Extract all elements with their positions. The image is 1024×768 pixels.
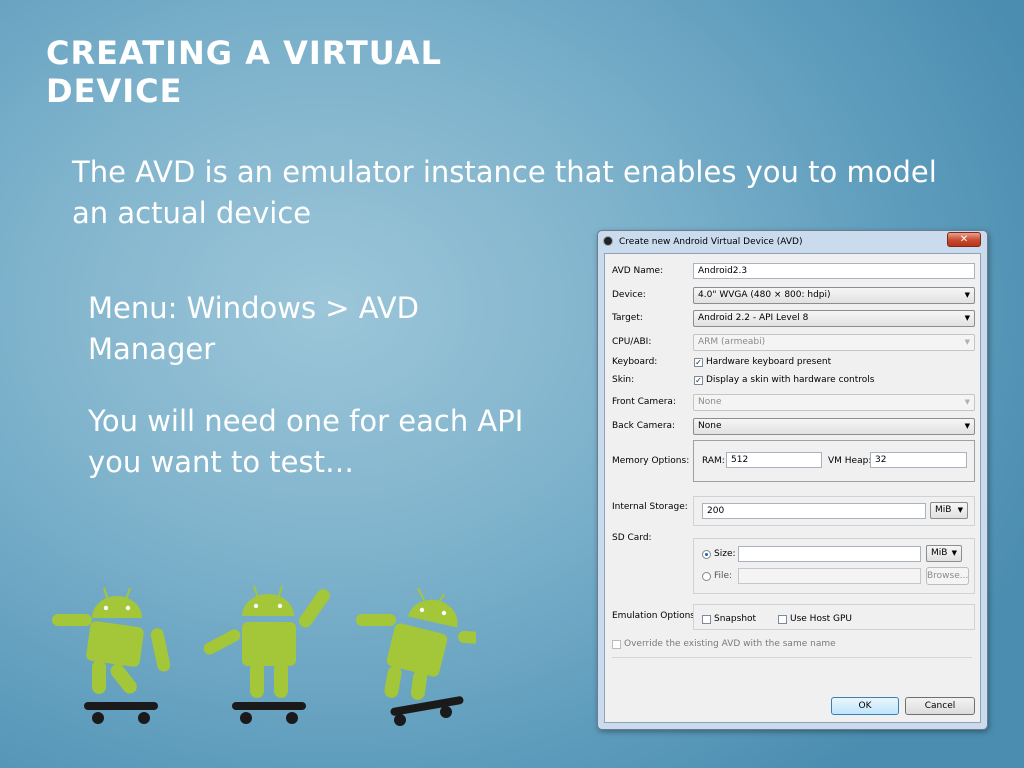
skateboard-icon [390, 696, 464, 726]
front-camera-value: None [698, 397, 722, 407]
device-select[interactable]: 4.0" WVGA (480 × 800: hdpi) ▼ [693, 287, 975, 304]
avd-name-label: AVD Name: [612, 266, 664, 276]
keyboard-checkbox-label: Hardware keyboard present [706, 357, 832, 367]
skateboard-icon [84, 702, 158, 724]
emulation-options-label: Emulation Options: [612, 611, 699, 621]
device-value: 4.0" WVGA (480 × 800: hdpi) [698, 290, 831, 300]
internal-storage-group: 200 MiB ▼ [693, 496, 975, 526]
target-value: Android 2.2 - API Level 8 [698, 313, 809, 323]
intro-text: The AVD is an emulator instance that ena… [72, 155, 937, 230]
snapshot-checkbox-label: Snapshot [714, 614, 757, 624]
cpu-abi-label: CPU/ABI: [612, 337, 652, 347]
dialog-separator [612, 657, 972, 658]
sd-size-unit-select[interactable]: MiB ▼ [926, 545, 962, 562]
eclipse-app-icon [603, 236, 613, 246]
back-camera-value: None [698, 421, 722, 431]
snapshot-checkbox[interactable] [702, 615, 711, 624]
android-robot-icon [52, 587, 171, 694]
sd-file-radio[interactable] [702, 572, 711, 581]
ram-input[interactable]: 512 [726, 452, 822, 468]
override-checkbox-label: Override the existing AVD with the same … [624, 639, 836, 649]
close-button[interactable]: ✕ [947, 232, 981, 247]
skateboard-icon [232, 702, 306, 724]
chevron-down-icon: ▼ [964, 338, 970, 346]
sd-card-label: SD Card: [612, 533, 652, 543]
target-select[interactable]: Android 2.2 - API Level 8 ▼ [693, 310, 975, 327]
sd-size-unit-value: MiB [931, 548, 948, 558]
sd-file-label: File: [714, 571, 733, 581]
override-checkbox[interactable] [612, 640, 621, 649]
sd-size-label: Size: [714, 549, 736, 559]
internal-storage-unit-select[interactable]: MiB ▼ [930, 502, 968, 519]
vm-heap-label: VM Heap: [828, 456, 872, 466]
sd-size-radio[interactable] [702, 550, 711, 559]
host-gpu-checkbox-label: Use Host GPU [790, 614, 853, 624]
dialog-body: AVD Name: Android2.3 Device: 4.0" WVGA (… [604, 253, 981, 723]
emulation-options-group: Snapshot Use Host GPU [693, 604, 975, 630]
chevron-down-icon: ▼ [964, 422, 970, 430]
skin-label: Skin: [612, 375, 635, 385]
vm-heap-input[interactable]: 32 [870, 452, 967, 468]
chevron-down-icon: ▼ [957, 506, 963, 514]
host-gpu-checkbox[interactable] [778, 615, 787, 624]
internal-storage-label: Internal Storage: [612, 502, 688, 512]
front-camera-select[interactable]: None ▼ [693, 394, 975, 411]
android-robot-icon [203, 585, 330, 698]
cancel-button[interactable]: Cancel [905, 697, 975, 715]
chevron-down-icon: ▼ [964, 314, 970, 322]
internal-storage-unit-value: MiB [935, 505, 952, 515]
skin-checkbox[interactable]: ✓ [694, 376, 703, 385]
cpu-abi-value: ARM (armeabi) [698, 337, 766, 347]
chevron-down-icon: ▼ [964, 291, 970, 299]
keyboard-checkbox[interactable]: ✓ [694, 358, 703, 367]
chevron-down-icon: ▼ [964, 398, 970, 406]
back-camera-label: Back Camera: [612, 421, 676, 431]
sd-card-group: Size: MiB ▼ File: Browse... [693, 538, 975, 594]
android-skaters-illustration [52, 585, 476, 726]
menu-path-text: Menu: Windows > AVD Manager [88, 291, 419, 366]
avd-name-input[interactable]: Android2.3 [693, 263, 975, 279]
dialog-titlebar[interactable]: Create new Android Virtual Device (AVD) … [598, 231, 987, 253]
slide-title: CREATING A VIRTUAL DEVICE [46, 34, 442, 110]
skin-checkbox-label: Display a skin with hardware controls [706, 375, 875, 385]
back-camera-select[interactable]: None ▼ [693, 418, 975, 435]
sd-file-input[interactable] [738, 568, 921, 584]
create-avd-dialog: Create new Android Virtual Device (AVD) … [597, 230, 988, 730]
android-robot-icon [356, 587, 476, 700]
internal-storage-input[interactable]: 200 [702, 503, 926, 519]
chevron-down-icon: ▼ [951, 549, 957, 557]
browse-button[interactable]: Browse... [926, 567, 969, 585]
sd-size-input[interactable] [738, 546, 921, 562]
ram-label: RAM: [702, 456, 725, 466]
target-label: Target: [612, 313, 643, 323]
cpu-abi-select[interactable]: ARM (armeabi) ▼ [693, 334, 975, 351]
one-per-api-text: You will need one for each API you want … [88, 404, 524, 479]
memory-options-label: Memory Options: [612, 456, 690, 466]
dialog-title: Create new Android Virtual Device (AVD) [619, 237, 803, 247]
ok-button[interactable]: OK [831, 697, 899, 715]
device-label: Device: [612, 290, 646, 300]
keyboard-label: Keyboard: [612, 357, 658, 367]
memory-options-group: RAM: 512 VM Heap: 32 [693, 440, 975, 482]
front-camera-label: Front Camera: [612, 397, 676, 407]
